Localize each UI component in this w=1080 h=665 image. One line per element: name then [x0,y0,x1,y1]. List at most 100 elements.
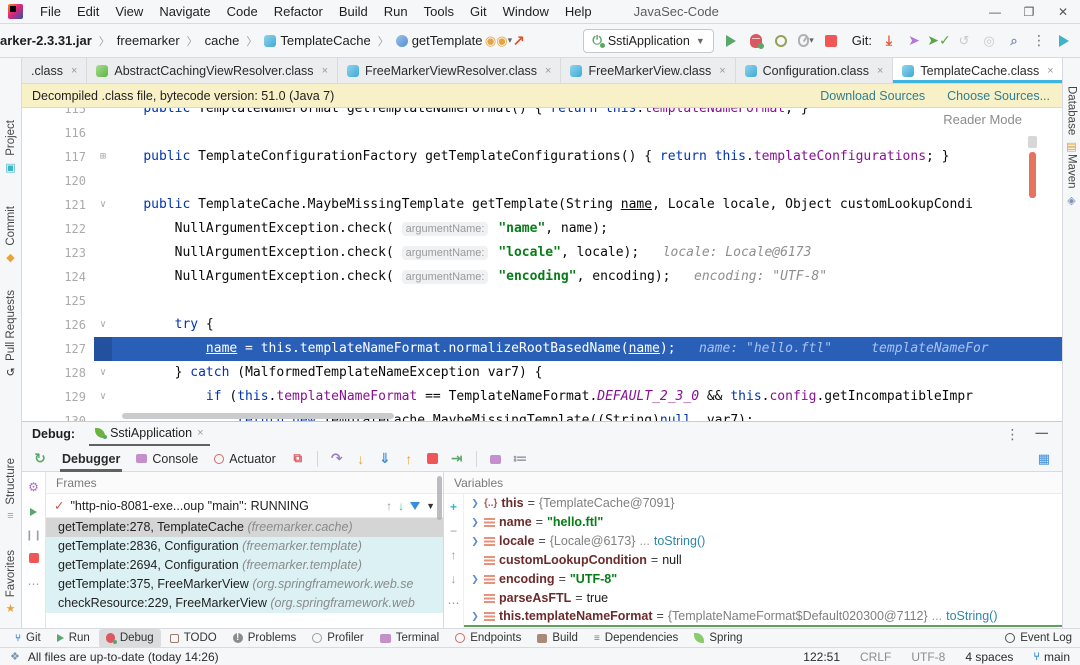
file-encoding[interactable]: UTF-8 [911,650,945,664]
fold-marker[interactable] [94,108,112,121]
profiler-button[interactable]: ▾ [798,33,814,49]
fold-marker[interactable]: ⊞ [94,145,112,169]
pause-button[interactable]: ❙❙ [25,530,42,541]
coverage-button[interactable] [773,33,789,49]
menu-item-build[interactable]: Build [331,0,376,24]
chevron-down-icon[interactable]: ▼ [426,501,435,511]
drop-frame-button[interactable] [423,451,443,467]
tool-strip-item-commit[interactable]: Commit◆ [0,206,21,264]
minimize-button[interactable]: — [978,0,1012,24]
frame-row[interactable]: getTemplate:2694, Configuration (freemar… [46,556,443,575]
close-icon[interactable]: × [877,65,883,77]
fold-marker[interactable]: ∨ [94,193,112,217]
force-step-into-button[interactable]: ⇓ [375,450,395,467]
move-up-icon[interactable]: ↑ [451,548,457,562]
tool-strip-item-database[interactable]: Database▤ [1063,86,1080,153]
fold-marker[interactable] [94,121,112,145]
menu-item-file[interactable]: File [32,0,69,24]
move-down-icon[interactable]: ↓ [451,572,457,586]
expand-chevron-icon[interactable]: ❯ [470,513,480,532]
menu-item-help[interactable]: Help [557,0,600,24]
menu-item-window[interactable]: Window [495,0,557,24]
tool-window-button-profiler[interactable]: Profiler [305,629,370,648]
hide-tool-window-icon[interactable]: — [1036,426,1049,443]
code-line[interactable]: 125 [22,289,1062,313]
breadcrumb-item[interactable]: arker-2.3.31.jar [0,33,92,48]
reader-mode-label[interactable]: Reader Mode [943,112,1022,127]
close-icon[interactable]: × [545,65,551,77]
up-arrow-icon[interactable]: ↑ [386,499,392,513]
editor-tab[interactable]: AbstractCachingViewResolver.class× [87,58,338,83]
breadcrumb-item[interactable]: getTemplate [396,33,483,48]
debugger-tab-debugger[interactable]: Debugger [54,446,128,472]
close-icon[interactable]: × [322,65,328,77]
fold-marker[interactable]: ∨ [94,313,112,337]
menu-item-navigate[interactable]: Navigate [151,0,218,24]
fold-marker[interactable] [94,217,112,241]
add-watch-button[interactable]: + [450,500,457,514]
code-line[interactable]: 121∨ public TemplateCache.MaybeMissingTe… [22,193,1062,217]
tool-window-button-terminal[interactable]: Terminal [373,629,446,648]
menu-item-run[interactable]: Run [376,0,416,24]
tool-window-button-git[interactable]: ⑂Git [8,629,48,648]
show-execution-point-button[interactable]: ⧉ [288,451,308,466]
menu-item-code[interactable]: Code [219,0,266,24]
code-line[interactable]: 116 [22,121,1062,145]
close-icon[interactable]: × [1047,65,1053,77]
code-line[interactable]: 128∨ } catch (MalformedTemplateNameExcep… [22,361,1062,385]
stop-button[interactable] [823,33,839,49]
code-line[interactable]: 122 NullArgumentException.check( argumen… [22,217,1062,241]
tool-strip-item-pull-requests[interactable]: Pull Requests↺ [0,290,21,379]
horizontal-scrollbar[interactable] [122,413,394,419]
code-line[interactable]: 124 NullArgumentException.check( argumen… [22,265,1062,289]
variable-row[interactable]: parseAsFTL=true [464,589,1062,608]
tool-strip-item-favorites[interactable]: Favorites★ [0,550,21,615]
editor-tab[interactable]: FreeMarkerViewResolver.class× [338,58,561,83]
more-icon[interactable]: ⋯ [28,577,40,591]
close-icon[interactable]: × [71,65,77,77]
tostring-link[interactable]: toString() [654,532,705,551]
more-options-icon[interactable]: ⋮ [1031,33,1047,49]
debug-session-tab[interactable]: SstiApplication × [89,422,209,446]
step-out-button[interactable]: ↑ [399,451,419,467]
stop-debug-button[interactable] [29,552,39,566]
search-everywhere-button[interactable]: ⌕ [1006,33,1022,49]
breadcrumb-item[interactable]: TemplateCache [264,33,370,48]
banner-link[interactable]: Download Sources [820,89,925,103]
variable-row[interactable]: ❯{..}this={TemplateCache@7091} [464,494,1062,513]
record-icon[interactable]: ◎ [981,33,997,49]
variable-row[interactable]: ❯this.templateNameFormat={TemplateNameFo… [464,608,1062,627]
fold-marker[interactable] [94,289,112,313]
tool-window-button-spring[interactable]: Spring [687,629,749,648]
frame-row[interactable]: getTemplate:375, FreeMarkerView (org.spr… [46,575,443,594]
tool-window-button-problems[interactable]: !Problems [226,629,304,648]
menu-item-refactor[interactable]: Refactor [266,0,331,24]
indent-setting[interactable]: 4 spaces [965,650,1013,664]
editor-tab[interactable]: FreeMarkerView.class× [561,58,735,83]
close-icon[interactable]: × [719,65,725,77]
run-configuration-select[interactable]: ⏻ SstiApplication ▼ [583,29,713,53]
maximize-button[interactable]: ❐ [1012,0,1046,24]
fold-marker[interactable] [94,337,112,361]
code-line[interactable]: 115 public TemplateNameFormat getTemplat… [22,108,1062,121]
frame-row[interactable]: getTemplate:278, TemplateCache (freemark… [46,518,443,537]
layout-settings-icon[interactable]: ≔ [510,450,530,467]
code-editor[interactable]: 115 public TemplateNameFormat getTemplat… [22,108,1062,421]
editor-scrollbar[interactable] [1028,136,1037,148]
step-into-button[interactable]: ↓ [351,451,371,467]
variable-row[interactable]: customLookupCondition=null [464,551,1062,570]
fold-marker[interactable] [94,169,112,193]
fold-marker[interactable]: ∨ [94,385,112,409]
expand-chevron-icon[interactable]: ❯ [470,494,480,513]
tostring-link[interactable]: toString() [946,608,997,626]
tool-window-button-build[interactable]: Build [530,629,585,648]
breadcrumb-item[interactable]: cache [205,33,240,48]
code-line[interactable]: 123 NullArgumentException.check( argumen… [22,241,1062,265]
filter-icon[interactable] [410,502,420,510]
banner-link[interactable]: Choose Sources... [947,89,1050,103]
execution-line[interactable]: 127 name = this.templateNameFormat.norma… [22,337,1062,361]
resume-button[interactable] [30,505,37,519]
error-stripe-mark[interactable] [1029,152,1036,198]
editor-tab[interactable]: .class× [22,58,87,83]
caret-position[interactable]: 122:51 [803,650,840,664]
